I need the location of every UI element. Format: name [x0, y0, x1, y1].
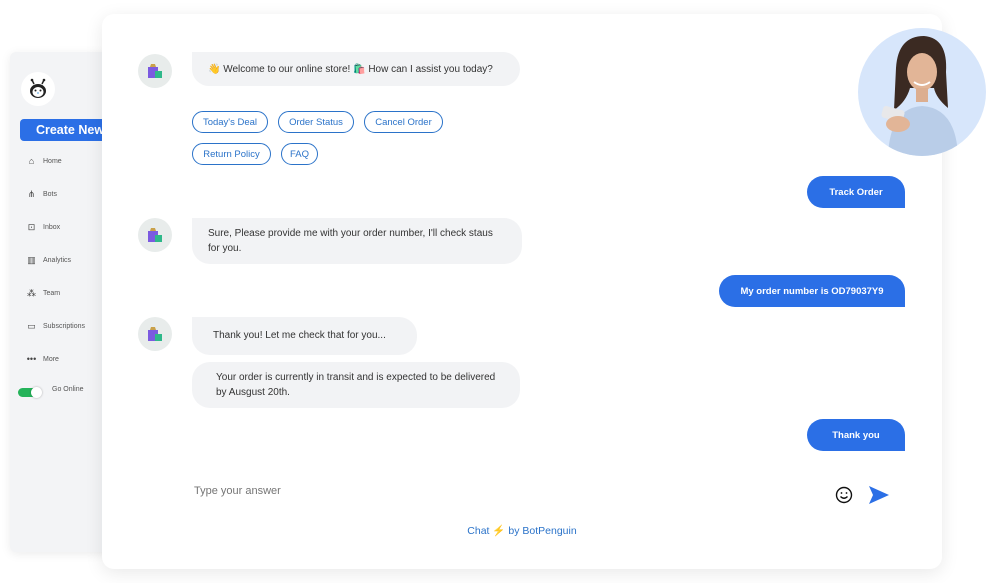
footer-suffix: by BotPenguin [508, 525, 577, 537]
sidebar-item-label: Home [43, 157, 62, 165]
user-message-thank-you: Thank you [807, 419, 905, 451]
bot-message-thanks-check: Thank you! Let me check that for you... [192, 317, 417, 355]
bot-message-welcome: 👋 Welcome to our online store! 🛍️ How ca… [192, 52, 520, 86]
shopping-bag-icon [148, 228, 162, 242]
quick-reply-return-policy[interactable]: Return Policy [192, 143, 271, 165]
footer-prefix: Chat [467, 525, 490, 537]
botpenguin-logo [21, 72, 55, 106]
more-icon: ••• [26, 354, 37, 364]
quick-reply-todays-deal[interactable]: Today's Deal [192, 111, 268, 133]
customer-photo [858, 28, 986, 156]
quick-reply-order-status[interactable]: Order Status [278, 111, 354, 133]
sidebar-item-label: Subscriptions [43, 322, 86, 330]
bot-avatar [138, 54, 172, 88]
chat-window: 👋 Welcome to our online store! 🛍️ How ca… [102, 14, 942, 569]
shopping-bag-icon [148, 327, 162, 341]
go-online-label: Go Online [52, 386, 84, 393]
smiley-icon [835, 486, 853, 504]
bots-icon: ⋔ [27, 188, 36, 199]
quick-reply-cancel-order[interactable]: Cancel Order [364, 111, 443, 133]
send-icon [869, 486, 889, 504]
analytics-icon: ▥ [27, 254, 36, 265]
penguin-icon [30, 78, 46, 98]
woman-with-phone-illustration [881, 36, 958, 156]
emoji-button[interactable] [835, 486, 853, 504]
team-icon: ⁂ [27, 287, 36, 298]
sidebar-item-label: Inbox [43, 223, 61, 231]
message-input[interactable] [192, 484, 696, 498]
lightning-icon: ⚡ [492, 525, 506, 537]
send-button[interactable] [867, 484, 891, 506]
sidebar-item-label: Analytics [43, 256, 72, 264]
shopping-bag-icon [148, 64, 162, 78]
subscriptions-icon: ▭ [27, 320, 36, 331]
home-icon: ⌂ [28, 156, 35, 166]
quick-reply-faq[interactable]: FAQ [281, 143, 318, 165]
powered-by-footer[interactable]: Chat ⚡ by BotPenguin [102, 524, 942, 537]
bot-avatar [138, 218, 172, 252]
bot-avatar [138, 317, 172, 351]
sidebar-item-label: Bots [43, 190, 58, 198]
sidebar-item-label: Team [43, 289, 61, 297]
sidebar-item-label: More [43, 355, 59, 363]
user-message-order-number: My order number is OD79037Y9 [719, 275, 905, 307]
inbox-icon: ⊡ [27, 221, 36, 232]
go-online-toggle[interactable] [18, 387, 42, 398]
bot-message-transit: Your order is currently in transit and i… [192, 362, 520, 408]
user-message-track-order: Track Order [807, 176, 905, 208]
bot-message-provide-order: Sure, Please provide me with your order … [192, 218, 522, 264]
